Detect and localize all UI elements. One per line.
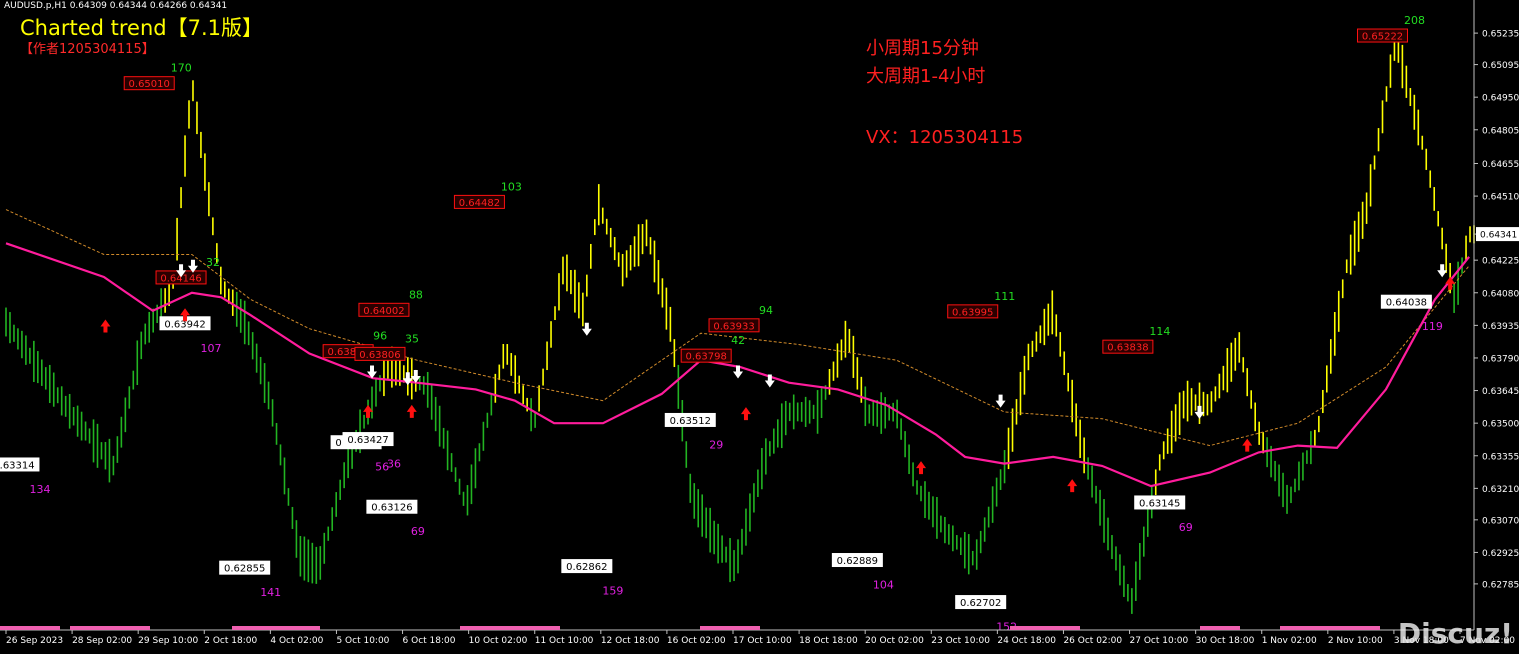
time-tick-label: 4 Oct 02:00: [270, 636, 323, 646]
high-price-label: 0.63838: [1107, 343, 1148, 354]
high-bar-count: 208: [1404, 14, 1425, 27]
high-price-label: 0.63933: [713, 321, 754, 332]
low-bar-count: 29: [709, 438, 723, 451]
low-bar-count: 119: [1422, 320, 1443, 333]
low-price-label: 0.63145: [1139, 498, 1180, 509]
price-tick-label: 0.63790: [1482, 354, 1519, 364]
low-price-label: 0.63126: [371, 503, 412, 514]
time-tick-label: 16 Oct 02:00: [667, 636, 726, 646]
high-price-label: 0.64002: [363, 306, 404, 317]
price-tick-label: 0.65095: [1482, 61, 1519, 71]
low-bar-count: 69: [411, 525, 425, 538]
low-price-label: 0.62862: [566, 562, 607, 573]
high-price-label: 0.65222: [1362, 32, 1403, 43]
price-tick-label: 0.63355: [1482, 452, 1519, 462]
low-bar-count: 36: [387, 458, 401, 471]
time-tick-label: 17 Oct 10:00: [733, 636, 792, 646]
symbol-header: AUDUSD.p,H1 0.64309 0.64344 0.64266 0.64…: [4, 1, 228, 11]
time-tick-label: 26 Sep 2023: [6, 636, 63, 646]
low-price-label: 0.62855: [224, 564, 265, 575]
price-tick-label: 0.64510: [1482, 193, 1519, 203]
time-tick-label: 12 Oct 18:00: [601, 636, 660, 646]
price-tick-label: 0.64950: [1482, 94, 1519, 104]
high-bar-count: 88: [409, 288, 423, 301]
time-tick-label: 29 Sep 10:00: [138, 636, 198, 646]
low-bar-count: 69: [1179, 521, 1193, 534]
price-tick-label: 0.65235: [1482, 30, 1519, 40]
note-contact: VX：1205304115: [866, 127, 1024, 148]
time-tick-label: 10 Oct 02:00: [469, 636, 528, 646]
time-tick-label: 28 Sep 02:00: [72, 636, 132, 646]
price-chart: 0.650101700.64146320.644821030.64002880.…: [0, 0, 1519, 654]
time-tick-label: 5 Oct 10:00: [336, 636, 389, 646]
session-bar: [1280, 626, 1380, 630]
low-bar-count: 141: [260, 586, 281, 599]
session-bar: [460, 626, 560, 630]
price-tick-label: 0.64655: [1482, 160, 1519, 170]
high-price-label: 0.63806: [359, 350, 400, 361]
price-tick-label: 0.63500: [1482, 420, 1519, 430]
session-bar: [0, 626, 60, 630]
time-tick-label: 30 Oct 18:00: [1196, 636, 1255, 646]
high-bar-count: 103: [501, 180, 522, 193]
price-tick-label: 0.63645: [1482, 387, 1519, 397]
price-tick-label: 0.64080: [1482, 289, 1519, 299]
high-bar-count: 114: [1149, 325, 1170, 338]
high-price-label: 0.63798: [686, 352, 727, 363]
low-price-label: 0.64038: [1386, 298, 1427, 309]
time-tick-label: 1 Nov 02:00: [1262, 636, 1317, 646]
price-tick-label: 0.64225: [1482, 257, 1519, 267]
time-tick-label: 24 Oct 18:00: [997, 636, 1056, 646]
price-tick-label: 0.64805: [1482, 126, 1519, 136]
time-tick-label: 6 Oct 18:00: [403, 636, 456, 646]
discuz-watermark: Discuz!: [1397, 617, 1513, 650]
time-tick-label: 18 Oct 18:00: [799, 636, 858, 646]
time-tick-label: 26 Oct 02:00: [1063, 636, 1122, 646]
session-bar: [700, 626, 760, 630]
note-small-period: 小周期15分钟: [866, 38, 979, 59]
time-tick-label: 2 Oct 18:00: [204, 636, 257, 646]
time-tick-label: 11 Oct 10:00: [535, 636, 594, 646]
low-price-label: 0.63512: [670, 416, 711, 427]
price-tick-label: 0.63210: [1482, 485, 1519, 495]
time-tick-label: 2 Nov 10:00: [1328, 636, 1383, 646]
high-bar-count: 111: [994, 290, 1015, 303]
session-bar: [1200, 626, 1240, 630]
session-bar: [1010, 626, 1080, 630]
price-tick-label: 0.63935: [1482, 322, 1519, 332]
low-bar-count: 159: [602, 585, 623, 598]
high-bar-count: 35: [405, 332, 419, 345]
price-tick-label: 0.62785: [1482, 580, 1519, 590]
low-bar-count: 107: [201, 342, 222, 355]
time-tick-label: 27 Oct 10:00: [1130, 636, 1189, 646]
high-price-label: 0.64482: [459, 198, 500, 209]
current-price-label: 0.64341: [1480, 231, 1517, 241]
high-bar-count: 42: [731, 334, 745, 347]
high-price-label: 0.65010: [129, 79, 170, 90]
time-tick-label: 23 Oct 10:00: [931, 636, 990, 646]
high-bar-count: 96: [373, 330, 387, 343]
time-tick-label: 20 Oct 02:00: [865, 636, 924, 646]
low-price-label: 0.63427: [347, 435, 388, 446]
author-label: 【作者1205304115】: [20, 42, 155, 57]
high-bar-count: 32: [206, 256, 220, 269]
price-tick-label: 0.63070: [1482, 516, 1519, 526]
session-bar: [232, 626, 320, 630]
low-bar-count: 104: [873, 579, 894, 592]
high-price-label: 0.63995: [952, 307, 993, 318]
price-tick-label: 0.62925: [1482, 549, 1519, 559]
low-price-label: 0.63314: [0, 460, 35, 471]
low-bar-count: 134: [29, 483, 50, 496]
low-price-label: 0.62889: [837, 556, 878, 567]
session-bar: [70, 626, 150, 630]
high-bar-count: 94: [759, 304, 773, 317]
high-bar-count: 170: [171, 62, 192, 75]
note-large-period: 大周期1-4小时: [866, 66, 986, 87]
low-price-label: 0.62702: [960, 598, 1001, 609]
